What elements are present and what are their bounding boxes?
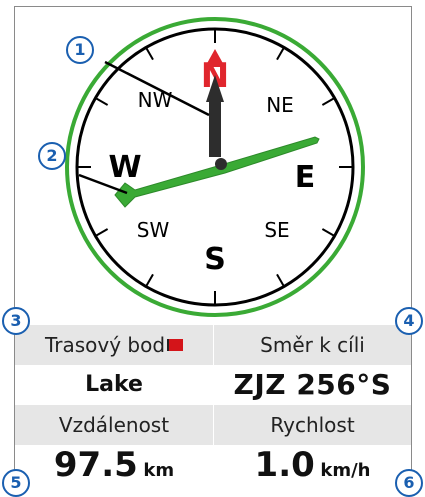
waypoint-value: Lake: [85, 372, 143, 397]
callout-1: 1: [66, 36, 94, 64]
speed-label: Rychlost: [270, 413, 355, 437]
bearing-label: Směr k cíli: [260, 333, 365, 357]
south-label: S: [204, 242, 226, 277]
speed-label-cell: Rychlost: [213, 405, 411, 445]
speed-value: 1.0: [254, 445, 315, 485]
northeast-label: NE: [266, 93, 294, 117]
waypoint-label: Trasový bod: [44, 333, 166, 357]
bearing-value-cell[interactable]: ZJZ 256°S: [213, 365, 411, 405]
east-label: E: [295, 160, 316, 195]
distance-unit: km: [143, 460, 175, 481]
callout-2: 2: [38, 142, 66, 170]
callout-6: 6: [395, 469, 423, 497]
distance-label-cell: Vzdálenost: [15, 405, 213, 445]
speed-unit: km/h: [320, 460, 371, 481]
data-fields: Trasový bod Směr k cíli Lake ZJZ 256°S V…: [15, 325, 411, 485]
device-screen: N E S W NE SE SW NW Trasový bod Směr k c…: [14, 6, 412, 485]
northwest-label: NW: [138, 88, 173, 112]
distance-value-cell[interactable]: 97.5 km: [15, 445, 213, 485]
waypoint-value-cell[interactable]: Lake: [15, 365, 213, 405]
southeast-label: SE: [264, 218, 289, 242]
bearing-label-cell: Směr k cíli: [213, 325, 411, 365]
callout-4: 4: [395, 307, 423, 335]
distance-label: Vzdálenost: [58, 413, 170, 437]
southwest-label: SW: [137, 218, 170, 242]
west-label: W: [108, 150, 141, 185]
callout-5: 5: [2, 469, 30, 497]
bearing-value: ZJZ 256°S: [233, 368, 392, 401]
callout-3: 3: [2, 307, 30, 335]
waypoint-label-cell: Trasový bod: [15, 325, 213, 365]
distance-value: 97.5: [53, 445, 138, 485]
red-flag-icon: [167, 338, 184, 351]
speed-value-cell[interactable]: 1.0 km/h: [213, 445, 411, 485]
